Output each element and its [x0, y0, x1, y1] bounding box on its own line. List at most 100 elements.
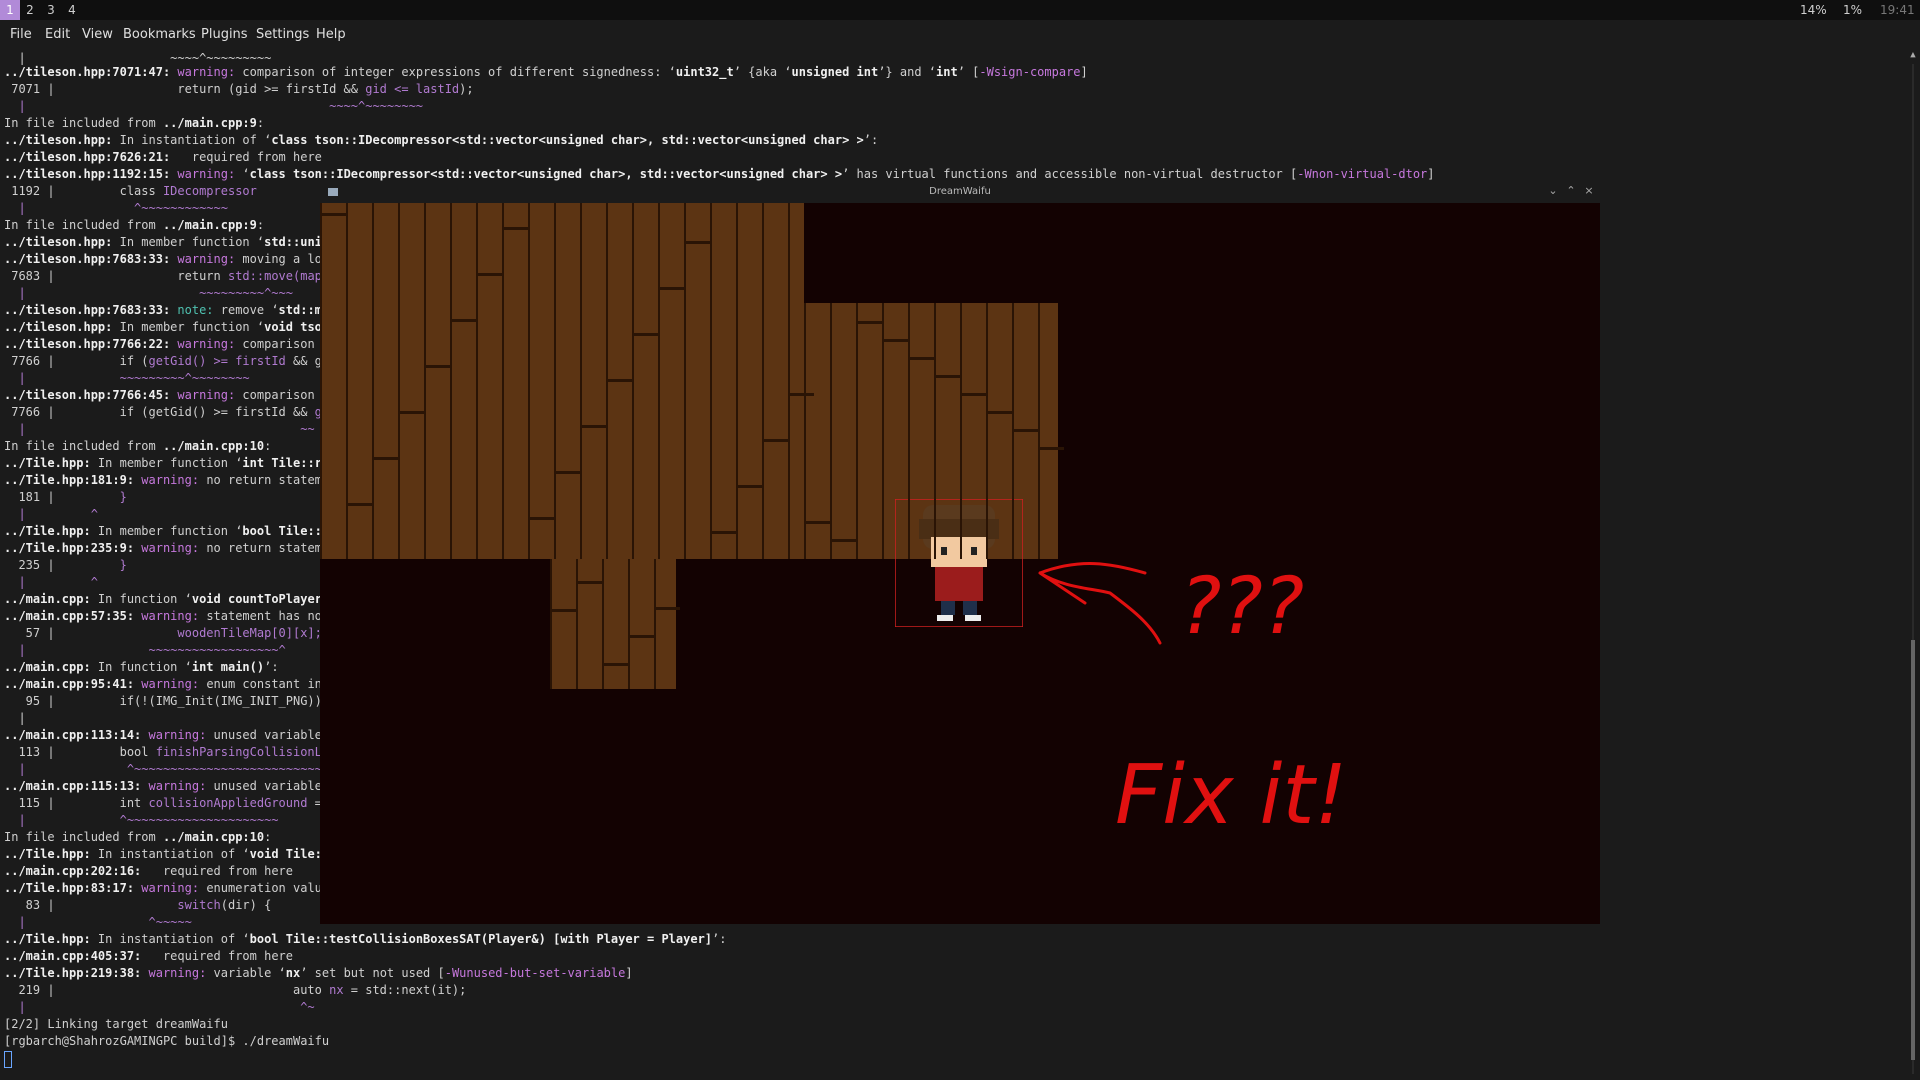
terminal-line: In file included from ../main.cpp:10: [4, 830, 272, 844]
terminal-line: ../tileson.hpp:7683:33: warning: moving … [4, 252, 330, 266]
plank-line [372, 203, 374, 559]
close-icon[interactable]: × [1582, 184, 1596, 197]
terminal-line: 113 | bool finishParsingCollisionLa [4, 745, 330, 759]
question-marks: ??? [1180, 562, 1304, 652]
plank-seam [504, 227, 528, 230]
plank-line [476, 203, 478, 559]
terminal-line: ../main.cpp:113:14: warning: unused vari… [4, 728, 322, 742]
game-window[interactable]: DreamWaifu ⌄ ⌃ × ??? Fix it! [320, 181, 1600, 924]
terminal-line: 181 | } [4, 490, 127, 504]
terminal-line: ../tileson.hpp:7071:47: warning: compari… [4, 65, 1088, 79]
terminal-line: | ^~~~~~~~~~~~~ [4, 201, 228, 215]
fix-it-text: Fix it! [1115, 748, 1347, 843]
plank-line [1038, 303, 1040, 559]
plank-seam [400, 411, 424, 414]
plank-line [960, 303, 962, 559]
clock: 19:41 [1880, 3, 1915, 17]
plank-line [856, 303, 858, 559]
plank-seam [738, 485, 762, 488]
plank-seam [910, 357, 934, 360]
terminal-line: | ~~~~~~~~~^~~~~~~~~ [4, 371, 250, 385]
terminal-line: | ~~~~^~~~~~~~~ [4, 99, 424, 113]
plank-seam [806, 521, 830, 524]
plank-line [602, 559, 604, 689]
plank-line [450, 203, 452, 559]
terminal-line: ../tileson.hpp:7683:33: note: remove ‘st… [4, 303, 330, 317]
plank-seam [604, 663, 628, 666]
terminal-line: ../main.cpp: In function ‘int main()’: [4, 660, 279, 674]
terminal-line: [2/2] Linking target dreamWaifu [4, 1017, 228, 1031]
terminal-line: 219 | auto nx = std::next(it); [4, 983, 467, 997]
plank-seam [660, 287, 684, 290]
terminal-line: ../Tile.hpp: In member function ‘bool Ti… [4, 524, 330, 538]
plank-line [632, 203, 634, 559]
plank-seam [426, 365, 450, 368]
plank-seam [374, 457, 398, 460]
terminal-line: 83 | switch(dir) { [4, 898, 272, 912]
terminal-line: 115 | int collisionAppliedGround = [4, 796, 322, 810]
player-sprite [895, 499, 1023, 627]
plank-line [658, 203, 660, 559]
plank-seam [962, 393, 986, 396]
game-window-titlebar[interactable]: DreamWaifu ⌄ ⌃ × [320, 181, 1600, 203]
plank-seam [1014, 429, 1038, 432]
plank-seam [630, 635, 654, 638]
terminal-line: ../main.cpp:405:37: required from here [4, 949, 293, 963]
terminal-line: | ^~ [4, 1000, 315, 1014]
terminal-line: 235 | } [4, 558, 127, 572]
plank-line [576, 559, 578, 689]
plank-line [320, 203, 322, 559]
plank-seam [884, 339, 908, 342]
menu-edit[interactable]: Edit [45, 27, 70, 42]
terminal-line: In file included from ../main.cpp:10: [4, 439, 272, 453]
maximize-icon[interactable]: ⌃ [1564, 184, 1578, 197]
terminal-line: 57 | woodenTileMap[0][x]; [4, 626, 322, 640]
plank-line [398, 203, 400, 559]
plank-line [628, 559, 630, 689]
top-panel: 1 2 3 4 14% 1% 19:41 [0, 0, 1920, 20]
menu-help[interactable]: Help [316, 27, 346, 42]
plank-seam [322, 213, 346, 216]
menu-settings[interactable]: Settings [256, 27, 309, 42]
scroll-up-icon[interactable]: ▲ [1909, 50, 1917, 60]
terminal-line: | ~~~~~~~~~^~~~ [4, 286, 293, 300]
arrow-scribble [1038, 562, 1162, 645]
workspace-3[interactable]: 3 [41, 0, 61, 20]
minimize-icon[interactable]: ⌄ [1546, 184, 1560, 197]
workspace-1[interactable]: 1 [0, 0, 20, 20]
plank-line [830, 303, 832, 559]
terminal-line: ../Tile.hpp:83:17: warning: enumeration … [4, 881, 330, 895]
plank-seam [608, 379, 632, 382]
terminal-line: ../Tile.hpp:181:9: warning: no return st… [4, 473, 330, 487]
workspace-2[interactable]: 2 [20, 0, 40, 20]
terminal-line: ../main.cpp: In function ‘void countToPl… [4, 592, 330, 606]
plank-line [554, 203, 556, 559]
game-canvas[interactable]: ??? Fix it! [320, 203, 1600, 924]
menu-plugins[interactable]: Plugins [201, 27, 248, 42]
scrollbar-thumb[interactable] [1911, 640, 1915, 1060]
plank-seam [988, 411, 1012, 414]
menu-view[interactable]: View [82, 27, 113, 42]
plank-line [424, 203, 426, 559]
wooden-wall-column [550, 559, 676, 689]
terminal-line: ../tileson.hpp: In member function ‘void… [4, 320, 330, 334]
plank-seam [936, 375, 960, 378]
terminal-line: ../Tile.hpp: In member function ‘int Til… [4, 456, 330, 470]
terminal-line: | ^ [4, 507, 98, 521]
menu-bookmarks[interactable]: Bookmarks [123, 27, 196, 42]
terminal-line: | ^~~~~~~~~~~~~~~~~~~~~~~~~~~ [4, 762, 322, 776]
terminal-line: ../main.cpp:57:35: warning: statement ha… [4, 609, 322, 623]
plank-seam [712, 531, 736, 534]
plank-seam [634, 333, 658, 336]
terminal-line: In file included from ../main.cpp:9: [4, 218, 265, 232]
workspace-4[interactable]: 4 [62, 0, 82, 20]
plank-line [762, 203, 764, 559]
terminal-scrollbar[interactable]: ▲ [1906, 50, 1920, 1080]
terminal-line: 7766 | if (getGid() >= firstId && ge [4, 405, 329, 419]
menu-bar: File Edit View Bookmarks Plugins Setting… [0, 20, 1920, 50]
menu-file[interactable]: File [10, 27, 32, 42]
memory-usage: 1% [1843, 3, 1863, 17]
terminal-line: 7683 | return std::move(map) [4, 269, 330, 283]
terminal-line: 7766 | if (getGid() >= firstId && ge [4, 354, 330, 368]
terminal-line: ../tileson.hpp: In instantiation of ‘cla… [4, 133, 879, 147]
